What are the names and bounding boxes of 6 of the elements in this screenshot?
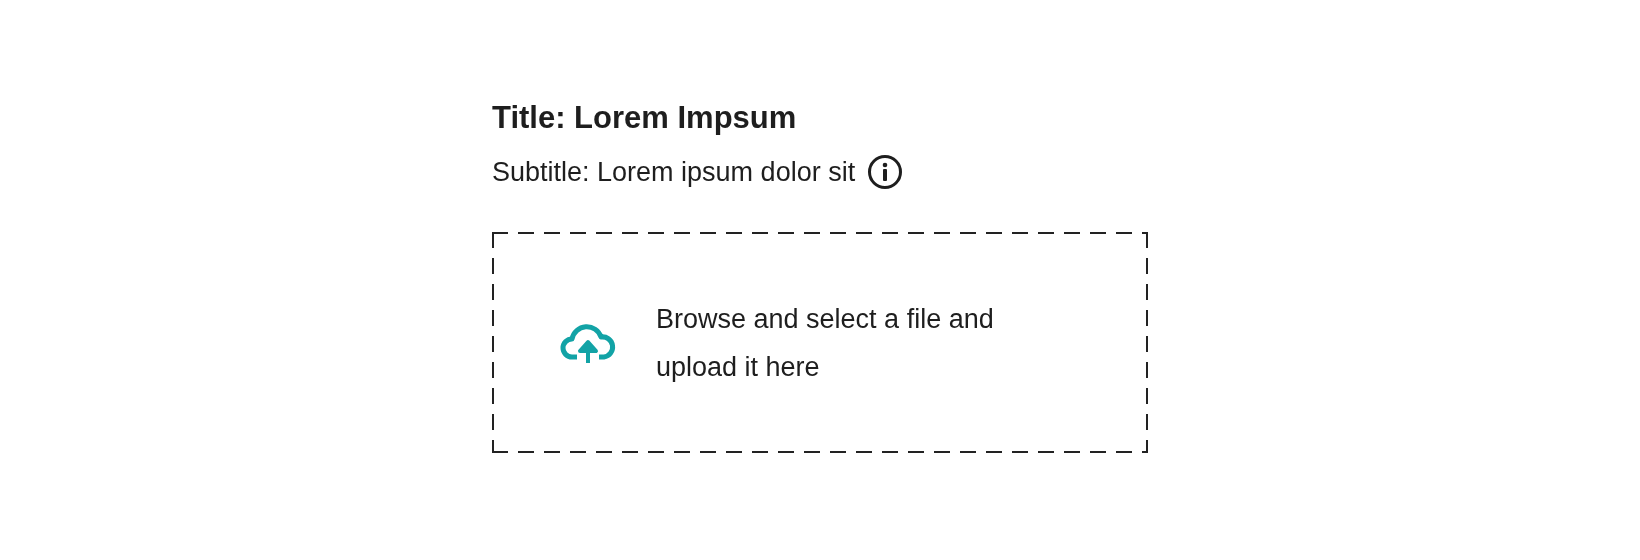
title: Title: Lorem Impsum [492,99,798,137]
file-dropzone[interactable]: Browse and select a file and upload it here [492,232,1148,453]
subtitle: Subtitle: Lorem ipsum dolor sit [492,156,856,189]
info-icon[interactable] [867,154,904,190]
cloud-upload-icon [560,322,616,363]
dropzone-text: Browse and select a file and upload it here [656,302,995,384]
